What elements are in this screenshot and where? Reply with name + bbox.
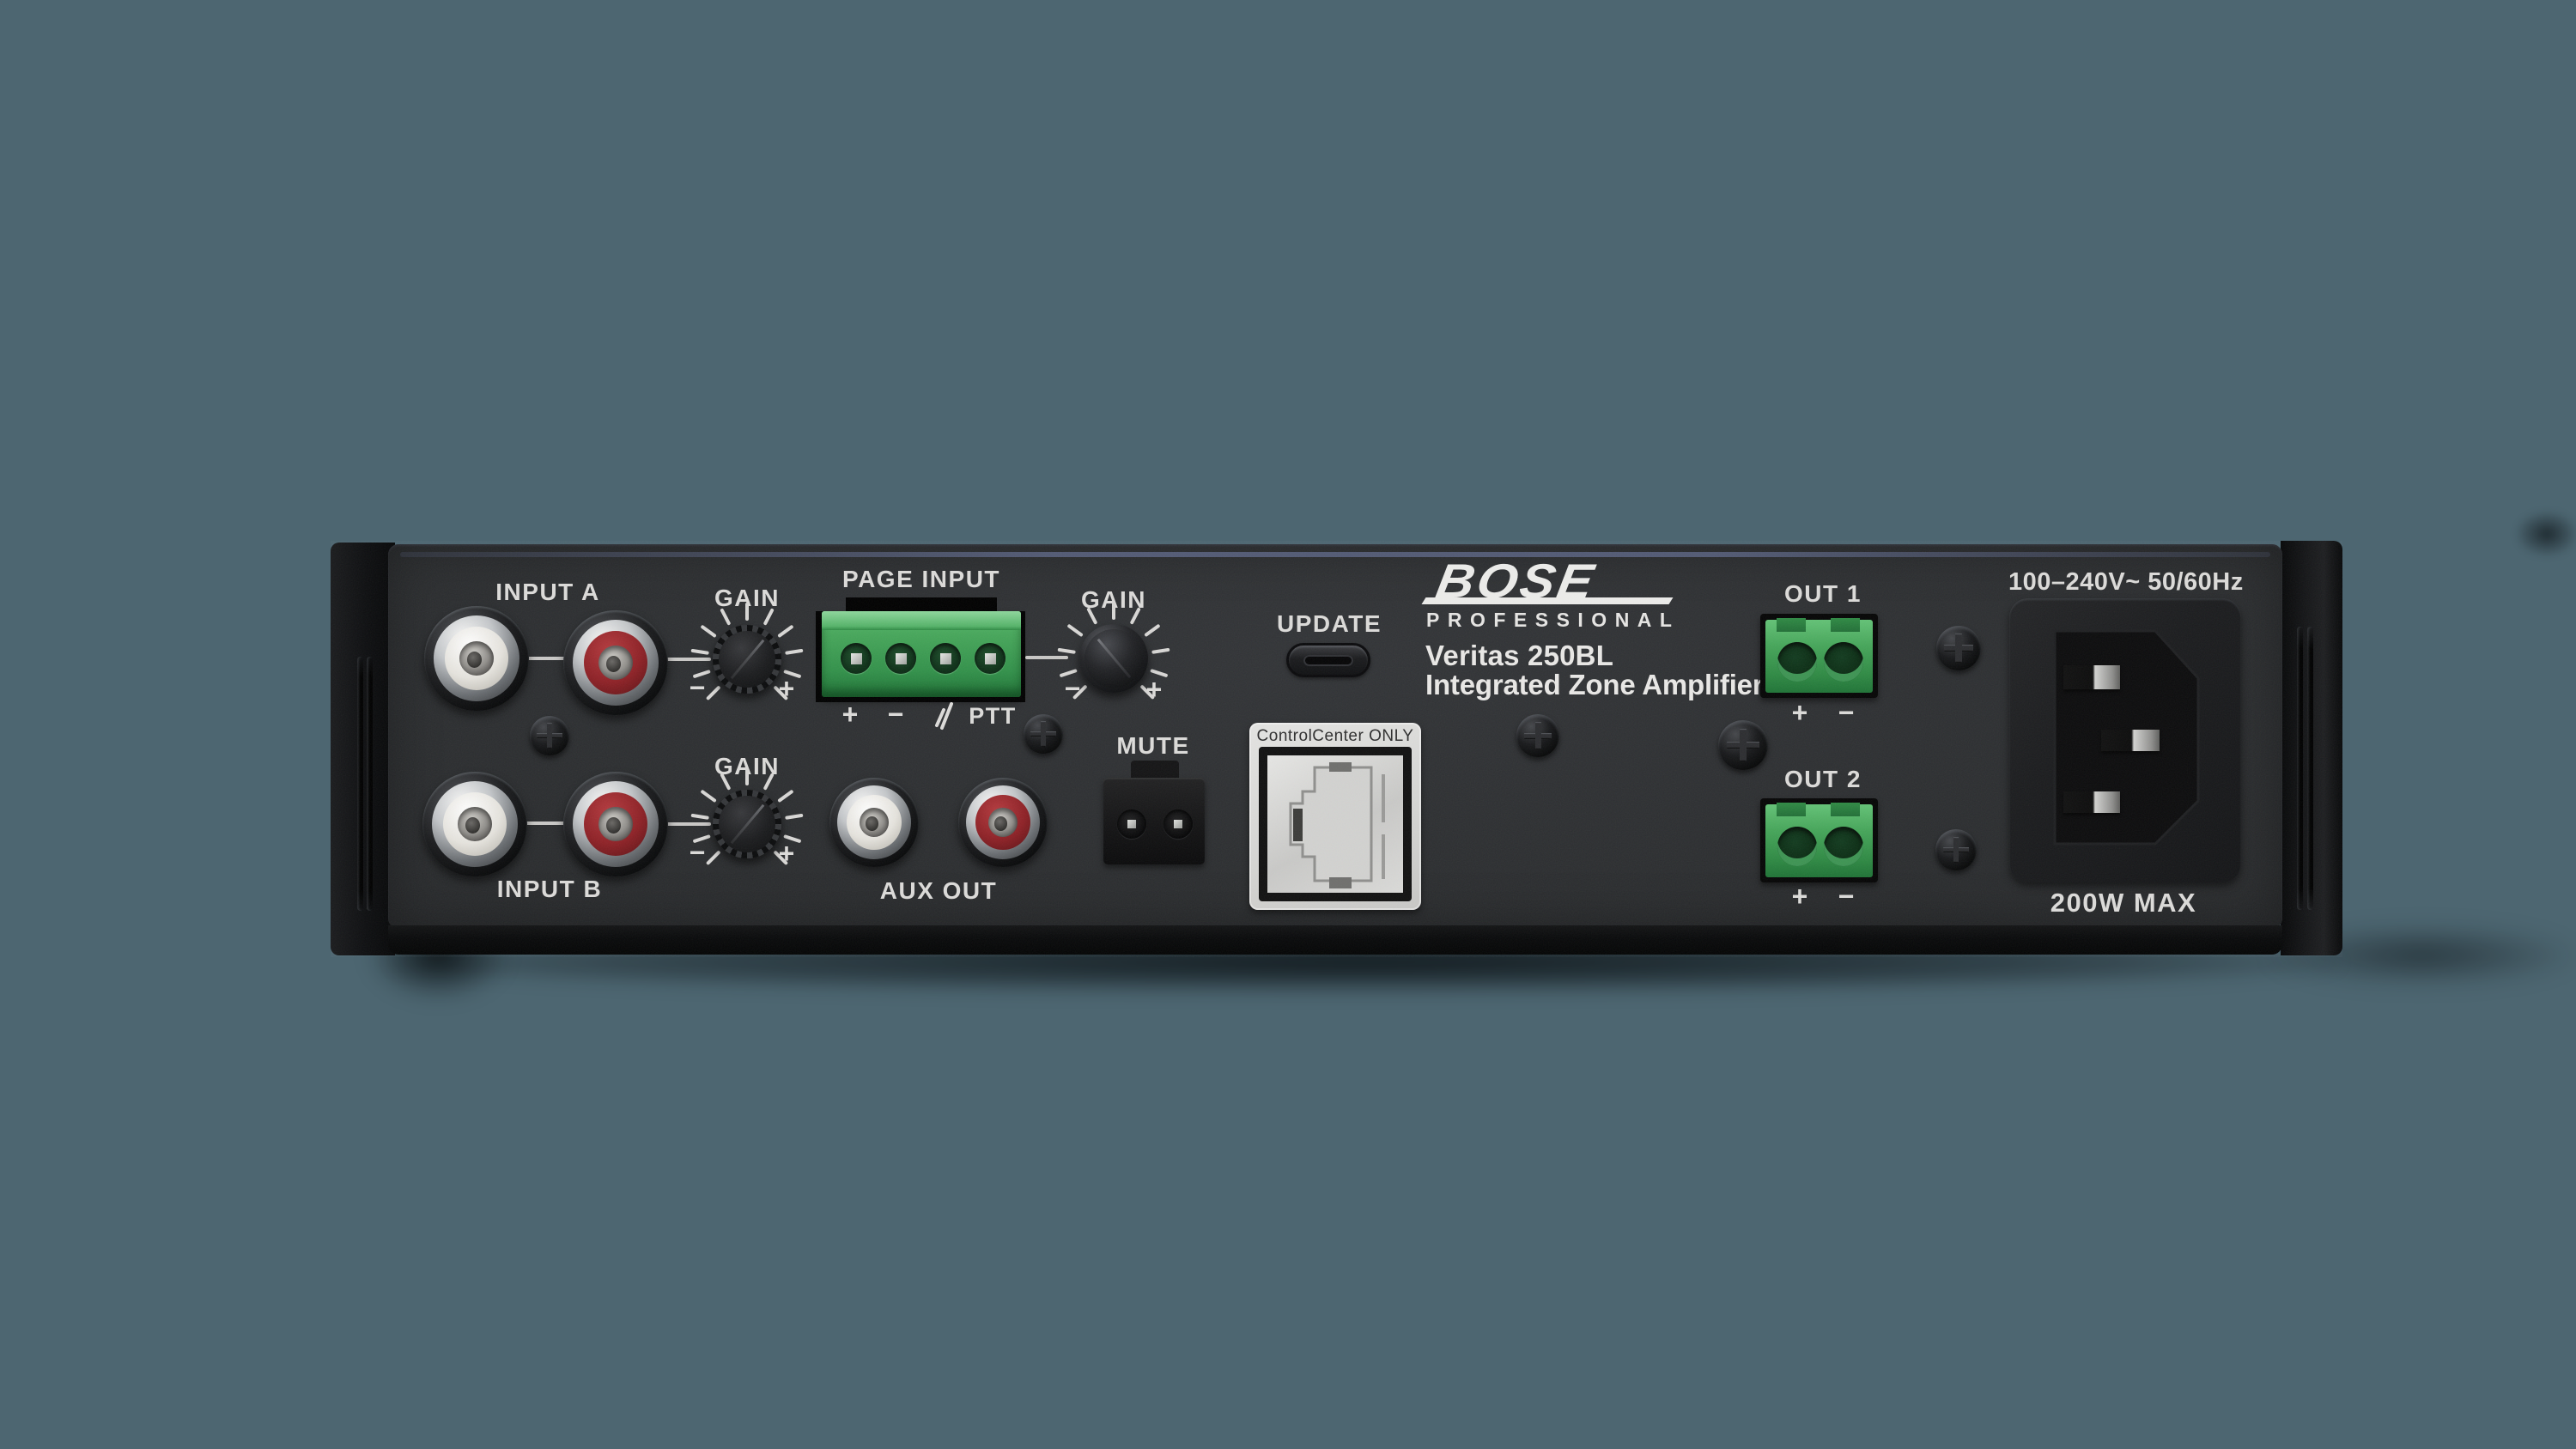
signal-line	[665, 658, 711, 661]
usb-c-update-port	[1286, 643, 1370, 677]
rca-jack-input-b-red	[563, 772, 668, 876]
ptt-label: PTT	[965, 703, 1020, 730]
gain-a-label: GAIN	[687, 585, 807, 612]
page-input-pin-ptt	[975, 643, 1005, 674]
mute-connector	[1103, 778, 1205, 864]
rj45-port-inset	[1267, 755, 1403, 893]
out-1-minus-sign: −	[1831, 697, 1862, 729]
model-description: Integrated Zone Amplifier	[1425, 669, 1763, 701]
gain-a-max-sign: +	[771, 673, 802, 705]
top-accent-strip	[400, 552, 2270, 557]
rj45-port-bezel	[1259, 747, 1412, 901]
panel-screw	[1024, 714, 1063, 754]
page-input-pin-ground	[930, 643, 961, 674]
gain-page-label: GAIN	[1054, 586, 1174, 614]
out-2-hole-plus	[1777, 827, 1817, 866]
page-input-pin-plus	[841, 643, 872, 674]
bose-logo-underline	[1422, 597, 1674, 604]
rca-jack-input-b-white	[422, 772, 527, 876]
gain-a-min-sign: −	[682, 672, 713, 704]
page-input-label: PAGE INPUT	[818, 566, 1024, 593]
edge-artifact-shadow	[2514, 510, 2576, 558]
page-plus-sign: +	[835, 699, 866, 731]
out-1-hole-minus	[1824, 642, 1863, 682]
out-2-minus-sign: −	[1831, 881, 1862, 912]
aux-out-label: AUX OUT	[853, 877, 1024, 905]
rca-jack-input-a-red	[563, 610, 668, 715]
power-rating-label: 100–240V~ 50/60Hz	[2008, 568, 2242, 597]
page-input-pin-minus	[885, 643, 916, 674]
panel-screw	[1936, 626, 1981, 670]
rack-ear-right	[2281, 541, 2342, 955]
rca-jack-input-a-white	[424, 606, 529, 711]
iec-prong-top	[2063, 665, 2120, 689]
gain-b-min-sign: −	[682, 837, 713, 869]
signal-line	[523, 822, 568, 825]
update-label: UPDATE	[1261, 610, 1398, 638]
mute-label: MUTE	[1102, 732, 1205, 760]
page-minus-sign: −	[880, 699, 911, 731]
rack-ear-left	[331, 543, 395, 955]
model-name: Veritas 250BL	[1425, 640, 1613, 672]
signal-line	[524, 657, 568, 660]
gain-page-knob	[1079, 624, 1148, 693]
gain-b-label: GAIN	[687, 753, 807, 780]
panel-screw	[1718, 720, 1768, 770]
chassis-bottom-band	[388, 925, 2282, 955]
gain-page-max-sign: +	[1139, 674, 1170, 706]
out-1-plus-sign: +	[1784, 697, 1815, 729]
control-center-only-label: ControlCenter ONLY	[1249, 727, 1421, 746]
signal-line	[1025, 656, 1068, 659]
panel-screw	[530, 716, 569, 755]
out-2-label: OUT 2	[1754, 766, 1892, 793]
signal-line	[665, 822, 711, 826]
control-center-port-plate: ControlCenter ONLY	[1249, 723, 1421, 910]
power-max-label: 200W MAX	[2020, 888, 2227, 919]
iec-prong-middle	[2101, 730, 2160, 751]
panel-screw	[1516, 714, 1559, 757]
rca-jack-aux-out-white	[829, 778, 919, 867]
iec-prong-bottom	[2063, 791, 2120, 813]
gain-page-min-sign: −	[1057, 673, 1088, 705]
iec-power-inlet	[2009, 598, 2241, 882]
rca-jack-aux-out-red	[958, 778, 1048, 867]
chassis-ground-icon	[933, 701, 955, 731]
gain-b-max-sign: +	[771, 838, 802, 870]
out-2-plus-sign: +	[1784, 881, 1815, 912]
out-1-hole-plus	[1777, 642, 1817, 682]
product-photo-scene: INPUT A GAIN − + PAGE INPUT + − PTT GAIN…	[0, 0, 2576, 1449]
rj45-jack-icon	[1267, 755, 1403, 893]
input-b-label: INPUT B	[464, 876, 635, 903]
out-1-label: OUT 1	[1754, 580, 1892, 608]
brand-subtitle: PROFESSIONAL	[1426, 609, 1680, 632]
input-a-label: INPUT A	[462, 579, 634, 606]
out-2-hole-minus	[1824, 827, 1863, 866]
panel-screw	[1935, 829, 1977, 870]
